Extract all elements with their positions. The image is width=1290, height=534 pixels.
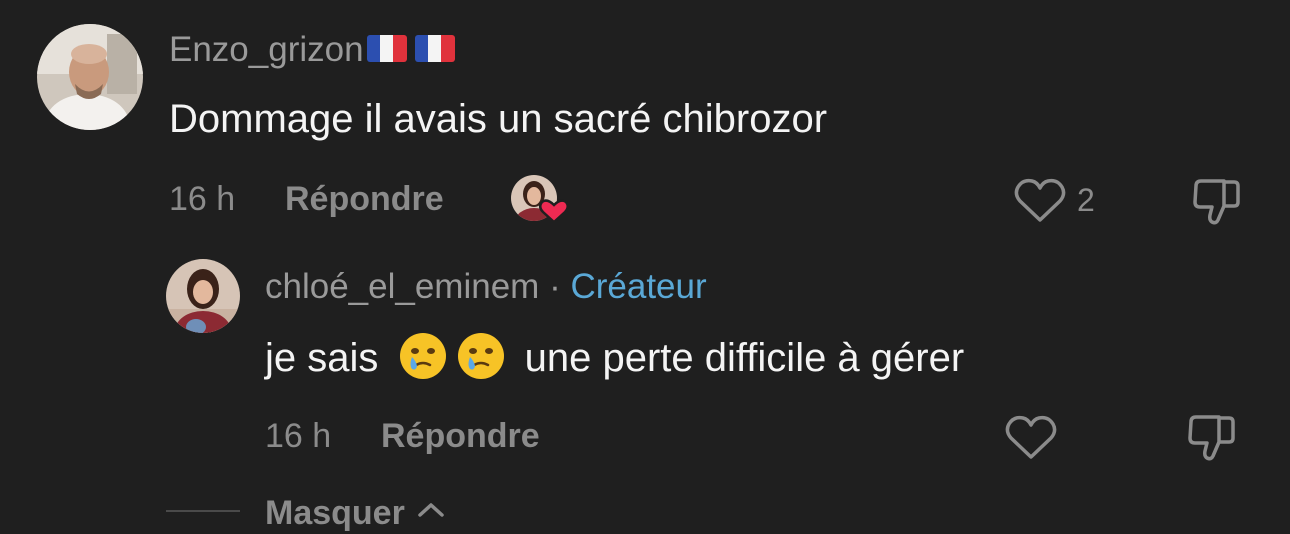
separator-dot: · <box>549 267 561 306</box>
commenter-username[interactable]: Enzo_grizon <box>169 30 455 70</box>
comment-timestamp: 16 h <box>169 180 236 218</box>
reply-username: chloé_el_eminem <box>265 267 540 306</box>
reply-timestamp: 16 h <box>265 417 332 455</box>
reply-text: je sais une perte difficile à gérer <box>265 331 964 381</box>
collapse-replies-button[interactable]: Masquer <box>265 494 446 533</box>
like-button[interactable] <box>1012 176 1068 224</box>
flag-france-icon <box>366 35 407 62</box>
comment-text: Dommage il avais un sacré chibrozor <box>169 97 828 141</box>
dislike-button[interactable] <box>1190 176 1244 226</box>
flag-france-icon <box>414 35 455 62</box>
heart-outline-icon <box>1005 415 1057 459</box>
commenter-avatar[interactable] <box>37 24 143 130</box>
reply-button[interactable]: Répondre <box>285 180 444 219</box>
creator-avatar[interactable] <box>166 259 240 333</box>
reply-text-after: une perte difficile à gérer <box>524 336 965 380</box>
reply-to-reply-button[interactable]: Répondre <box>381 417 540 456</box>
thread-divider-line <box>166 510 240 512</box>
like-count: 2 <box>1077 182 1095 218</box>
reply-text-before: je sais <box>265 336 379 380</box>
chevron-up-icon <box>418 503 445 517</box>
face-holding-back-tears-icon <box>399 333 446 379</box>
face-holding-back-tears-icon <box>457 333 504 379</box>
reply-like-button[interactable] <box>1003 413 1059 461</box>
thumbs-down-icon <box>1193 179 1240 225</box>
creator-badge: Créateur <box>570 267 707 306</box>
collapse-label: Masquer <box>265 494 405 532</box>
creator-heart-avatar-icon <box>510 174 572 226</box>
reply-dislike-button[interactable] <box>1185 412 1239 462</box>
thumbs-down-icon <box>1188 415 1235 461</box>
reply-username-line[interactable]: chloé_el_eminem · Créateur <box>265 267 707 307</box>
heart-outline-icon <box>1014 178 1066 222</box>
